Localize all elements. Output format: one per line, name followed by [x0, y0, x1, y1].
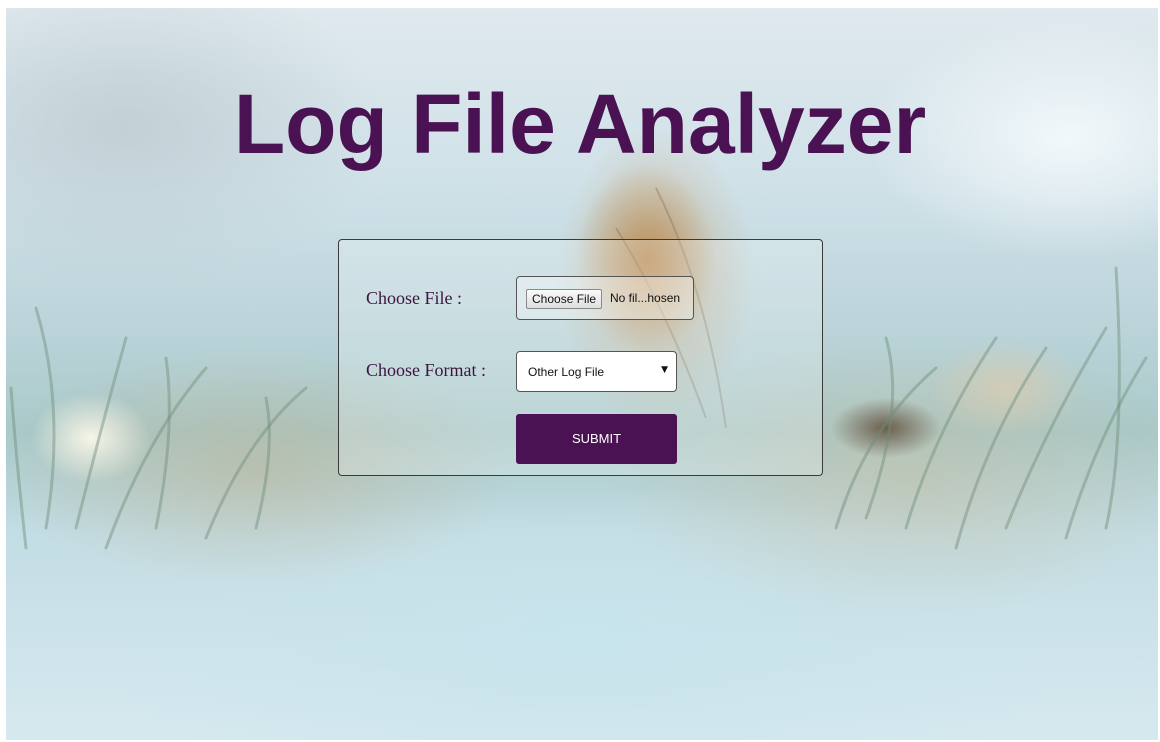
choose-format-label: Choose Format :: [366, 360, 486, 380]
file-input[interactable]: Choose File No fil...hosen: [516, 276, 694, 320]
page-title: Log File Analyzer: [233, 77, 927, 171]
choose-file-button[interactable]: Choose File: [526, 289, 603, 309]
chevron-down-icon: ▼: [661, 365, 668, 375]
upload-form-panel: Choose File : Choose File No fil...hosen…: [338, 239, 823, 476]
choose-file-label: Choose File :: [366, 288, 463, 308]
file-status-text: No fil...hosen: [610, 291, 681, 305]
submit-button[interactable]: SUBMIT: [516, 414, 677, 464]
format-select[interactable]: Other Log File ▼: [516, 351, 677, 392]
format-selected-value: Other Log File: [528, 365, 605, 379]
